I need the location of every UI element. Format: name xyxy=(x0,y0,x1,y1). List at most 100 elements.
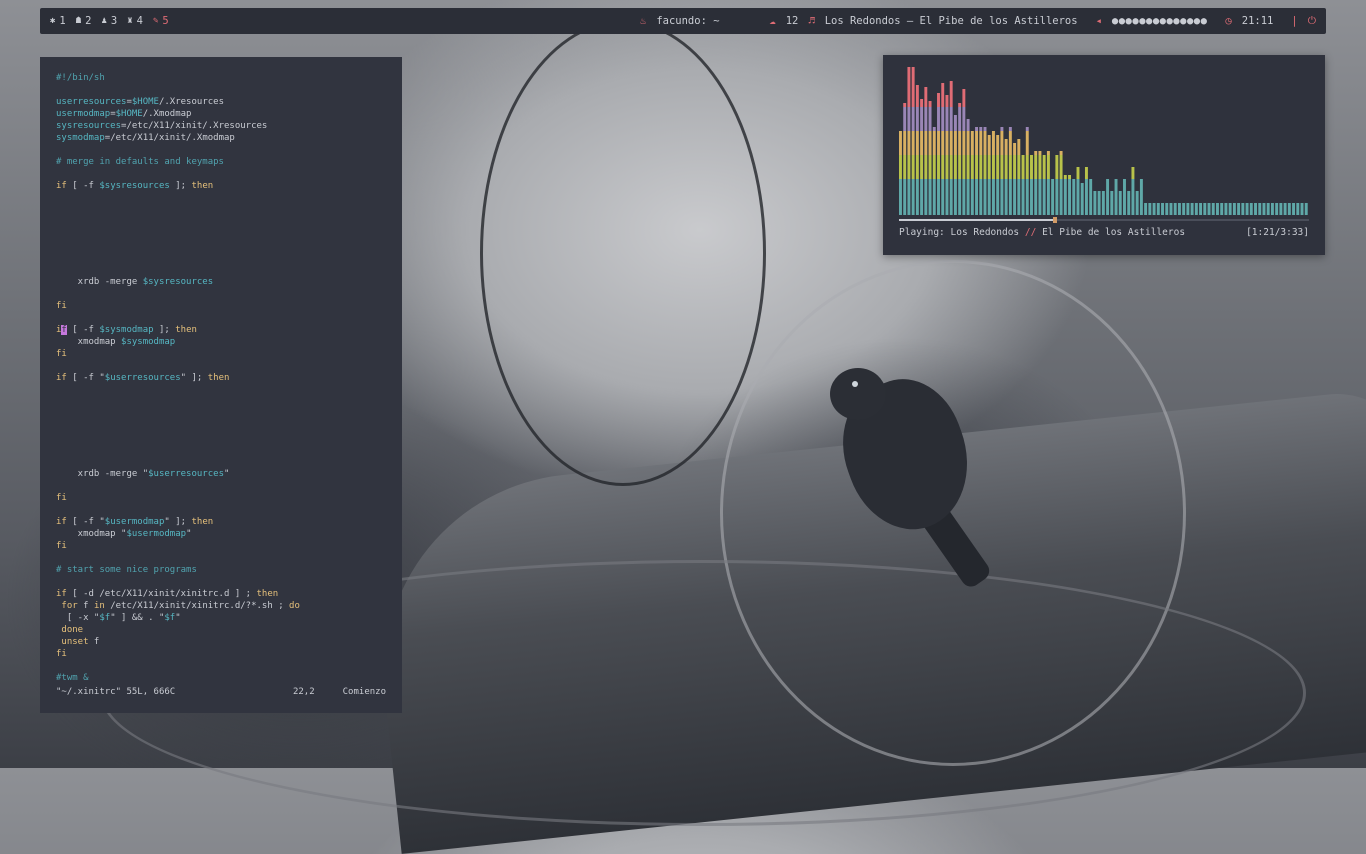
spectrum-bar xyxy=(911,131,915,155)
spectrum-bar xyxy=(966,155,970,179)
editor-buffer[interactable]: #!/bin/sh userresources=$HOME/.Xresources… xyxy=(56,72,402,684)
spectrum-bar xyxy=(932,155,936,179)
track-title: El Pibe de los Astilleros xyxy=(1042,227,1186,238)
speaker-icon[interactable]: ◂ xyxy=(1096,15,1102,27)
spectrum-bar xyxy=(1220,203,1224,215)
spectrum-bar xyxy=(966,179,970,215)
spectrum-bar xyxy=(1144,203,1148,215)
spectrum-bar xyxy=(907,179,911,215)
spectrum-bar xyxy=(920,99,924,107)
spectrum-bar xyxy=(924,131,928,155)
now-playing[interactable]: Los Redondos – El Pibe de los Astilleros xyxy=(825,15,1078,27)
spectrum-bar xyxy=(1093,191,1097,215)
spectrum-bar xyxy=(945,131,949,155)
spectrum-bar xyxy=(1300,203,1304,215)
spectrum-bar xyxy=(928,131,932,155)
spectrum-bar xyxy=(1059,151,1063,155)
spectrum-bar xyxy=(945,107,949,131)
spectrum-bar xyxy=(941,155,945,179)
artist: Los Redondos xyxy=(950,227,1020,238)
cursor-position: 22,2 xyxy=(292,687,315,697)
spectrum-bar xyxy=(928,107,932,131)
spectrum-bar xyxy=(1245,203,1249,215)
spectrum-bar xyxy=(983,155,987,179)
spectrum-bar xyxy=(907,107,911,131)
spectrum-bar xyxy=(979,131,983,155)
power-icon[interactable]: ⏻ xyxy=(1308,15,1316,28)
spectrum-bar xyxy=(970,155,974,179)
spectrum-bar xyxy=(1072,179,1076,215)
spectrum-bar xyxy=(928,179,932,215)
spectrum-bar xyxy=(966,119,970,131)
workspace-2[interactable]: ☗ 2 xyxy=(76,15,92,27)
user-icon: ♜ xyxy=(127,16,133,26)
spectrum-bar xyxy=(962,131,966,155)
spectrum-bar xyxy=(1224,203,1228,215)
spectrum-bar xyxy=(949,155,953,179)
code-line: if [ -f "$userresources" ]; then xyxy=(56,373,230,383)
spectrum-bar xyxy=(975,131,979,155)
playing-info: Playing: Los Redondos // El Pibe de los … xyxy=(899,227,1185,238)
spectrum-bar xyxy=(962,89,966,107)
spectrum-bar xyxy=(937,179,940,215)
code-line: unset f xyxy=(61,637,100,647)
spectrum-bar xyxy=(1025,155,1029,179)
spectrum-bar xyxy=(979,179,983,215)
terminal-window[interactable]: #!/bin/sh userresources=$HOME/.Xresources… xyxy=(40,57,402,713)
spectrum-bar xyxy=(1292,203,1296,215)
spectrum-bar xyxy=(1199,203,1203,215)
code-line: #twm & xyxy=(56,673,89,683)
spectrum-bar xyxy=(1127,191,1131,215)
progress-knob[interactable] xyxy=(1052,217,1057,223)
spectrum-bar xyxy=(1013,143,1017,155)
spectrum-bar xyxy=(975,127,979,131)
volume-bar[interactable]: ●●●●●●●●●●●●●● xyxy=(1112,15,1208,27)
updates-count[interactable]: 12 xyxy=(786,15,799,27)
spectrum-bar xyxy=(1008,155,1012,179)
spectrum-bar xyxy=(1046,155,1050,179)
spectrum-bar xyxy=(899,155,902,179)
spectrum-bar xyxy=(983,179,987,215)
spectrum-bar xyxy=(932,179,936,215)
code-line: # merge in defaults and keymaps xyxy=(56,157,224,167)
spectrum-bar xyxy=(928,101,932,107)
spectrum-bar xyxy=(987,135,991,155)
workspace-5[interactable]: ✎ 5 xyxy=(153,15,169,27)
spectrum-bar xyxy=(915,179,919,215)
vim-statusline: "~/.xinitrc" 55L, 666C 22,2 Comienzo xyxy=(56,686,386,698)
spectrum-bar xyxy=(1051,179,1055,215)
spectrum-bar xyxy=(903,179,907,215)
spectrum-bar xyxy=(1152,203,1156,215)
spectrum-bar xyxy=(1034,179,1038,215)
spectrum-bar xyxy=(949,179,953,215)
spectrum-bar xyxy=(958,107,962,131)
spectrum-bar xyxy=(920,107,924,131)
spectrum-bar xyxy=(1055,155,1059,179)
spectrum-bar xyxy=(1013,155,1017,179)
spectrum-bar xyxy=(1063,179,1067,215)
workspace-3[interactable]: ♟ 3 xyxy=(102,15,118,27)
spectrum-bar xyxy=(1076,167,1080,179)
workspace-1[interactable]: ✱ 1 xyxy=(50,15,66,27)
code-line: sysresources=/etc/X11/xinit/.Xresources xyxy=(56,121,268,131)
music-note-icon: ♬ xyxy=(808,15,815,27)
workspace-4[interactable]: ♜ 4 xyxy=(127,15,143,27)
spectrum-bar xyxy=(996,179,1000,215)
top-panel: ✱ 1 ☗ 2 ♟ 3 ♜ 4 ✎ 5 ♨ facundo: ~ ☁ 12 ♬ … xyxy=(40,8,1326,34)
bird-eye xyxy=(852,381,858,387)
code-line: fi xyxy=(56,541,67,551)
spectrum-bar xyxy=(1207,203,1211,215)
spectrum-bar xyxy=(1038,179,1042,215)
spectrum-bar xyxy=(937,155,940,179)
progress-track[interactable] xyxy=(899,217,1309,223)
spectrum-bar xyxy=(920,131,924,155)
spectrum-bar xyxy=(907,155,911,179)
spectrum-bar xyxy=(945,95,949,107)
spectrum-bar xyxy=(1211,203,1215,215)
